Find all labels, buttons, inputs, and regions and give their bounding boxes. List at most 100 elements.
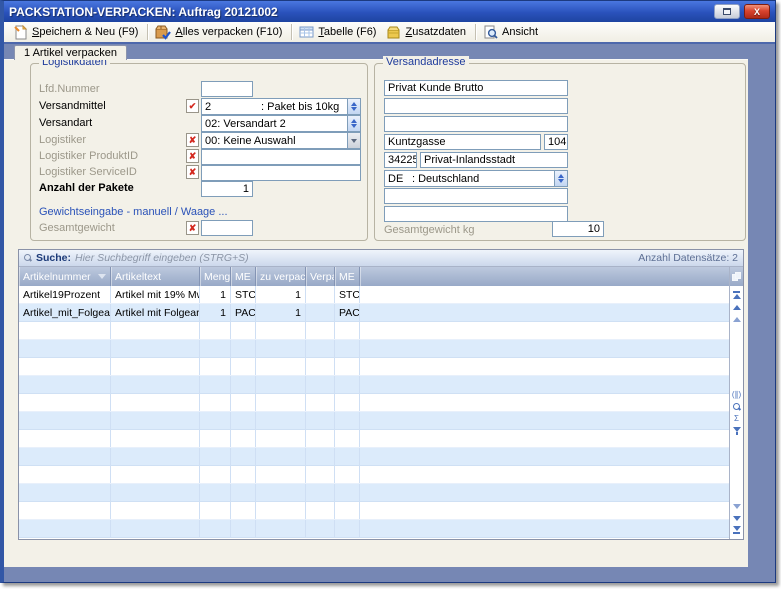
document-new-icon [13,25,28,40]
toolbar-separator [475,24,476,40]
cell-zu-verpacken: 1 [256,304,306,321]
record-count: Anzahl Datensätze: 2 [638,252,738,264]
serviceid-field[interactable] [201,165,361,181]
empty-row [19,484,729,502]
empty-row [19,430,729,448]
magnifier-icon [733,403,741,411]
gesamtgewicht-label: Gesamtgewicht [39,222,115,234]
restore-icon [723,8,731,15]
group-panel-button[interactable]: (∥) [732,389,741,401]
x-icon: ✘ [189,223,197,234]
address-name3-field[interactable] [384,116,568,132]
ansicht-label: Ansicht [502,26,538,38]
filter-button[interactable] [733,425,741,437]
tab-artikel-verpacken[interactable]: 1 Artikel verpacken [14,45,127,60]
empty-row [19,340,729,358]
table-row[interactable]: Artikel19Prozent Artikel mit 19% MwSt. 1… [19,286,729,304]
versandart-label: Versandart [39,117,92,129]
screen: PACKSTATION-VERPACKEN: Auftrag 20121002 … [0,0,781,589]
article-grid-panel: Suche: Hier Suchbegriff eingeben (STRG+S… [18,249,744,540]
scroll-up-button[interactable] [733,313,741,325]
versandmittel-code: 2 [205,101,261,113]
row-up-button[interactable] [733,301,741,313]
column-header-me[interactable]: ME [231,267,256,286]
sum-button[interactable]: Σ [734,413,739,425]
cell-artikeltext: Artikel mit 19% MwSt. [111,286,200,303]
address-extra1-field[interactable] [384,188,568,204]
x-icon: ✘ [189,151,197,162]
ansicht-button[interactable]: Ansicht [479,24,544,41]
cell-artikelnummer: Artikel19Prozent [19,286,111,303]
dropdown-spinner-icon[interactable] [554,171,567,186]
address-name2-field[interactable] [384,98,568,114]
produktid-clear-button[interactable]: ✘ [186,149,199,163]
logistiker-clear-button[interactable]: ✘ [186,133,199,147]
versandmittel-select[interactable]: 2: Paket bis 10kg [201,98,361,115]
address-name-field[interactable]: Privat Kunde Brutto [384,80,568,96]
pack-all-button[interactable]: Alles verpacken (F10) [151,24,288,41]
column-header-artikelnummer[interactable]: Artikelnummer [19,267,111,286]
column-header-verpackt[interactable]: Verpackt [306,267,335,286]
nav-strip-header[interactable] [730,267,743,286]
logistiker-label: Logistiker [39,134,86,146]
zusatzdaten-label: Zusatzdaten [405,26,466,38]
column-header-menge[interactable]: Menge [200,267,231,286]
empty-row [19,376,729,394]
address-extra2-field[interactable] [384,206,568,222]
column-header-me2[interactable]: ME [335,267,360,286]
empty-row [19,394,729,412]
extra-data-box-icon [386,25,401,40]
app-window: PACKSTATION-VERPACKEN: Auftrag 20121002 … [0,0,776,583]
save-new-button[interactable]: Speichern & Neu (F9) [9,24,144,41]
cell-verpackt [306,304,335,321]
versandart-select[interactable]: 02: Versandart 2 [201,115,361,132]
search-rows-button[interactable] [733,401,741,413]
empty-row [19,358,729,376]
city-field[interactable]: Privat-Inlandsstadt [420,152,568,168]
cell-verpackt [306,286,335,303]
toolbar-separator [147,24,148,40]
table-row[interactable]: Artikel_mit_Folgeartikel Artikel mit Fol… [19,304,729,322]
versandadresse-group-title: Versandadresse [383,56,469,68]
empty-row [19,502,729,520]
country-select[interactable]: DE: Deutschland [384,170,568,187]
serviceid-clear-button[interactable]: ✘ [186,165,199,179]
gewichtseingabe-link[interactable]: Gewichtseingabe - manuell / Waage ... [39,206,228,218]
close-button[interactable]: X [744,4,770,19]
view-magnifier-icon [483,25,498,40]
search-icon [24,254,32,262]
gesamtgewicht-clear-button[interactable]: ✘ [186,221,199,235]
dropdown-arrow-icon[interactable] [347,133,360,148]
total-weight-field[interactable]: 10 [552,221,604,237]
gesamtgewicht-field[interactable] [201,220,253,236]
table-button[interactable]: Tabelle (F6) [295,24,382,40]
table-label: Tabelle (F6) [318,26,376,38]
produktid-field[interactable] [201,149,361,165]
scroll-bottom-button[interactable] [733,524,741,536]
logistiker-select[interactable]: 00: Keine Auswahl [201,132,361,149]
street-field[interactable]: Kuntzgasse [384,134,541,150]
empty-row [19,520,729,538]
grid-search-bar[interactable]: Suche: Hier Suchbegriff eingeben (STRG+S… [19,250,743,267]
empty-row [19,448,729,466]
pakete-field[interactable]: 1 [201,181,253,197]
versandmittel-check-button[interactable]: ✔ [186,99,199,113]
dropdown-spinner-icon[interactable] [347,99,360,114]
check-icon: ✔ [189,101,197,112]
cell-me2: PACK [335,304,360,321]
window-title: PACKSTATION-VERPACKEN: Auftrag 20121002 [9,5,710,19]
dropdown-spinner-icon[interactable] [347,116,360,131]
lfd-nummer-field[interactable] [201,81,253,97]
search-input[interactable]: Hier Suchbegriff eingeben (STRG+S) [75,252,634,264]
scroll-top-button[interactable] [733,289,741,301]
column-header-artikeltext[interactable]: Artikeltext [111,267,200,286]
title-bar: PACKSTATION-VERPACKEN: Auftrag 20121002 … [4,1,775,22]
house-number-field[interactable]: 104 [544,134,568,150]
serviceid-label: Logistiker ServiceID [39,166,137,178]
scroll-down-button[interactable] [733,500,741,512]
column-header-zu-verpacken[interactable]: zu verpacke [256,267,306,286]
row-down-button[interactable] [733,512,741,524]
zusatzdaten-button[interactable]: Zusatzdaten [382,24,472,41]
zip-field[interactable]: 34225 [384,152,417,168]
restore-button[interactable] [714,4,740,19]
